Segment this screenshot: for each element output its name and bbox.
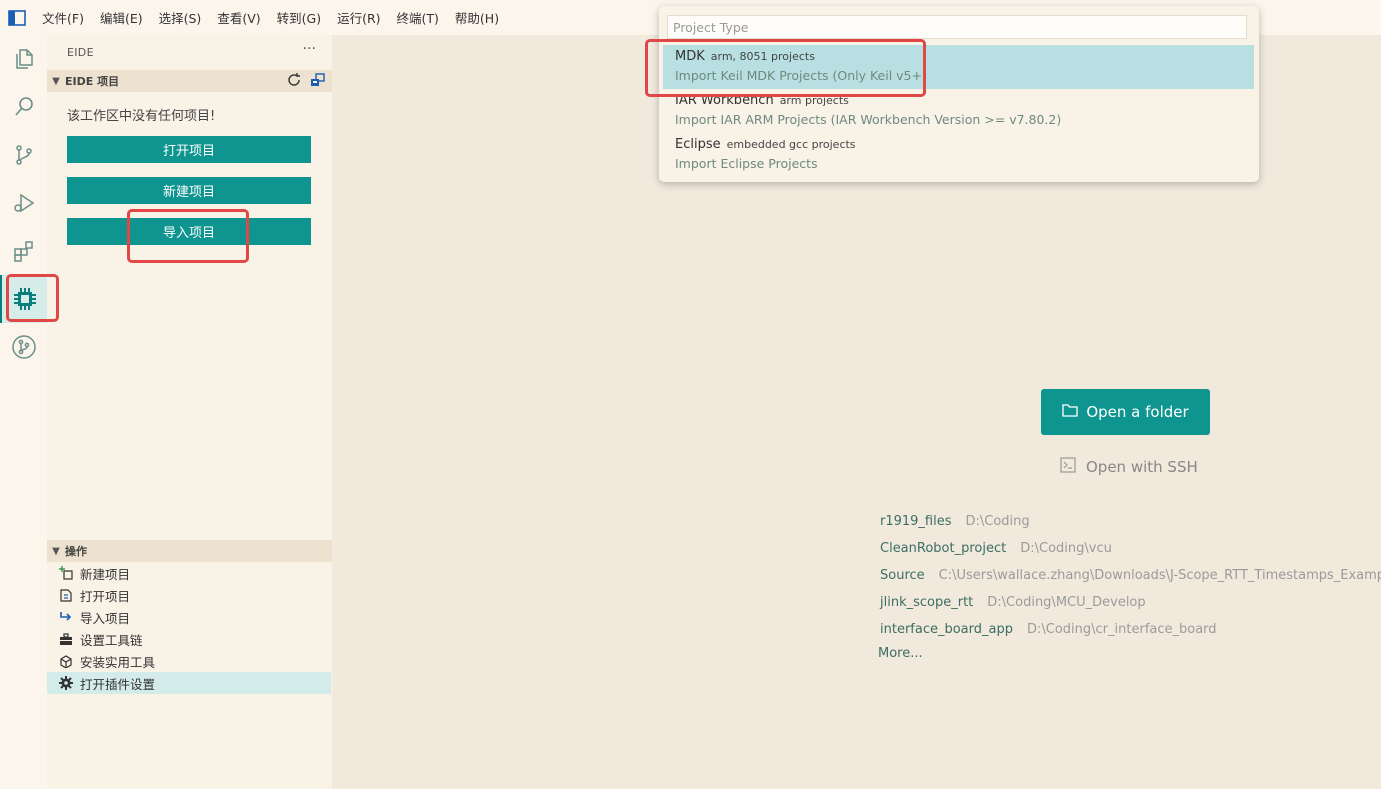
recent-item[interactable]: Source C:\Users\wallace.zhang\Downloads\… (880, 565, 1381, 585)
import-project-icon (57, 609, 75, 625)
action-label: 安装实用工具 (80, 654, 156, 670)
recent-name[interactable]: jlink_scope_rtt (880, 595, 973, 610)
operations-section-header[interactable]: ▼ 操作 (47, 540, 332, 562)
menu-selection[interactable]: 选择(S) (159, 8, 202, 27)
recent-path: D:\Coding (965, 513, 1030, 529)
recent-name[interactable]: CleanRobot_project (880, 541, 1006, 556)
activity-bar (0, 35, 47, 789)
open-folder-button[interactable]: Open a folder (1041, 389, 1210, 435)
open-workspace-icon[interactable] (310, 72, 326, 91)
import-project-button[interactable]: 导入项目 (67, 218, 311, 245)
recent-item[interactable]: interface_board_app D:\Coding\cr_interfa… (880, 619, 1217, 639)
open-ssh-label: Open with SSH (1086, 458, 1198, 476)
no-projects-message: 该工作区中没有任何项目! (67, 109, 216, 124)
more-recent-link[interactable]: More... (878, 646, 923, 661)
recent-name[interactable]: r1919_files (880, 514, 952, 529)
item-description: embedded gcc projects (726, 138, 856, 151)
eide-chip-icon[interactable] (0, 275, 47, 323)
item-label: IAR Workbench (675, 93, 774, 108)
project-type-input[interactable]: Project Type (667, 15, 1247, 39)
quick-pick-item-eclipse[interactable]: Eclipse embedded gcc projects Import Ecli… (663, 133, 1254, 177)
chevron-down-icon: ▼ (52, 545, 60, 557)
open-folder-label: Open a folder (1086, 403, 1189, 421)
vscode-layout-icon[interactable] (8, 9, 26, 27)
sidebar-title: EIDE (67, 46, 94, 59)
action-import-project[interactable]: 导入项目 (47, 606, 331, 628)
menu-help[interactable]: 帮助(H) (455, 8, 499, 27)
action-set-toolchain[interactable]: 设置工具链 (47, 628, 331, 650)
action-label: 新建项目 (80, 566, 131, 582)
recent-path: D:\Coding\cr_interface_board (1027, 621, 1217, 637)
eide-sidebar: EIDE ··· ▼ EIDE 项目 该工作区中没有任何项目! 打开项目 新建项… (47, 35, 332, 789)
action-label: 设置工具链 (80, 632, 143, 648)
quick-pick-item-iar[interactable]: IAR Workbench arm projects Import IAR ARM… (663, 89, 1254, 133)
install-tool-icon (57, 653, 75, 669)
explorer-icon[interactable] (0, 35, 47, 83)
search-icon[interactable] (0, 83, 47, 131)
menu-terminal[interactable]: 终端(T) (397, 8, 439, 27)
item-description: arm projects (779, 94, 849, 107)
recent-name[interactable]: interface_board_app (880, 622, 1013, 637)
open-project-button[interactable]: 打开项目 (67, 136, 311, 163)
new-project-button[interactable]: 新建项目 (67, 177, 311, 204)
item-label: MDK (675, 49, 705, 64)
recent-item[interactable]: jlink_scope_rtt D:\Coding\MCU_Develop (880, 592, 1146, 612)
terminal-icon (1060, 457, 1076, 477)
recent-path: D:\Coding\vcu (1020, 540, 1112, 556)
action-install-tools[interactable]: 安装实用工具 (47, 650, 331, 672)
action-new-project[interactable]: 新建项目 (47, 562, 331, 584)
menu-file[interactable]: 文件(F) (42, 8, 84, 27)
project-type-quick-pick: Project Type MDK arm, 8051 projects Impor… (659, 6, 1259, 182)
gear-icon (57, 675, 75, 691)
recent-name[interactable]: Source (880, 568, 925, 583)
action-label: 导入项目 (80, 610, 131, 626)
open-project-icon (57, 587, 75, 603)
new-project-icon (57, 565, 75, 581)
item-detail: Import Eclipse Projects (675, 156, 818, 171)
action-label: 打开项目 (80, 588, 131, 604)
open-with-ssh-link[interactable]: Open with SSH (1060, 457, 1198, 477)
eide-projects-section-header[interactable]: ▼ EIDE 项目 (47, 70, 332, 92)
recent-path: C:\Users\wallace.zhang\Downloads\J-Scope… (938, 567, 1381, 583)
toolbox-icon (57, 631, 75, 647)
menu-view[interactable]: 查看(V) (217, 8, 260, 27)
menu-go[interactable]: 转到(G) (277, 8, 321, 27)
source-control-icon[interactable] (0, 131, 47, 179)
recent-item[interactable]: CleanRobot_project D:\Coding\vcu (880, 538, 1112, 558)
extensions-icon[interactable] (0, 227, 47, 275)
action-label: 打开插件设置 (80, 676, 156, 692)
folder-icon (1062, 403, 1078, 421)
section-title: EIDE 项目 (65, 75, 120, 88)
git-graph-icon[interactable] (0, 323, 47, 371)
recent-item[interactable]: r1919_files D:\Coding (880, 511, 1030, 531)
item-detail: Import IAR ARM Projects (IAR Workbench V… (675, 112, 1062, 127)
more-actions-icon[interactable]: ··· (303, 41, 316, 57)
item-detail: Import Keil MDK Projects (Only Keil v5+) (675, 68, 927, 83)
menu-edit[interactable]: 编辑(E) (100, 8, 143, 27)
action-open-plugin-settings[interactable]: 打开插件设置 (47, 672, 331, 694)
action-open-project[interactable]: 打开项目 (47, 584, 331, 606)
chevron-down-icon: ▼ (52, 75, 60, 87)
section-title: 操作 (65, 545, 87, 558)
item-label: Eclipse (675, 137, 721, 152)
refresh-icon[interactable] (286, 72, 302, 91)
item-description: arm, 8051 projects (710, 50, 815, 63)
menu-run[interactable]: 运行(R) (337, 8, 380, 27)
quick-pick-item-mdk[interactable]: MDK arm, 8051 projects Import Keil MDK Pr… (663, 45, 1254, 89)
section-actions (286, 72, 326, 91)
recent-path: D:\Coding\MCU_Develop (987, 594, 1146, 610)
run-debug-icon[interactable] (0, 179, 47, 227)
